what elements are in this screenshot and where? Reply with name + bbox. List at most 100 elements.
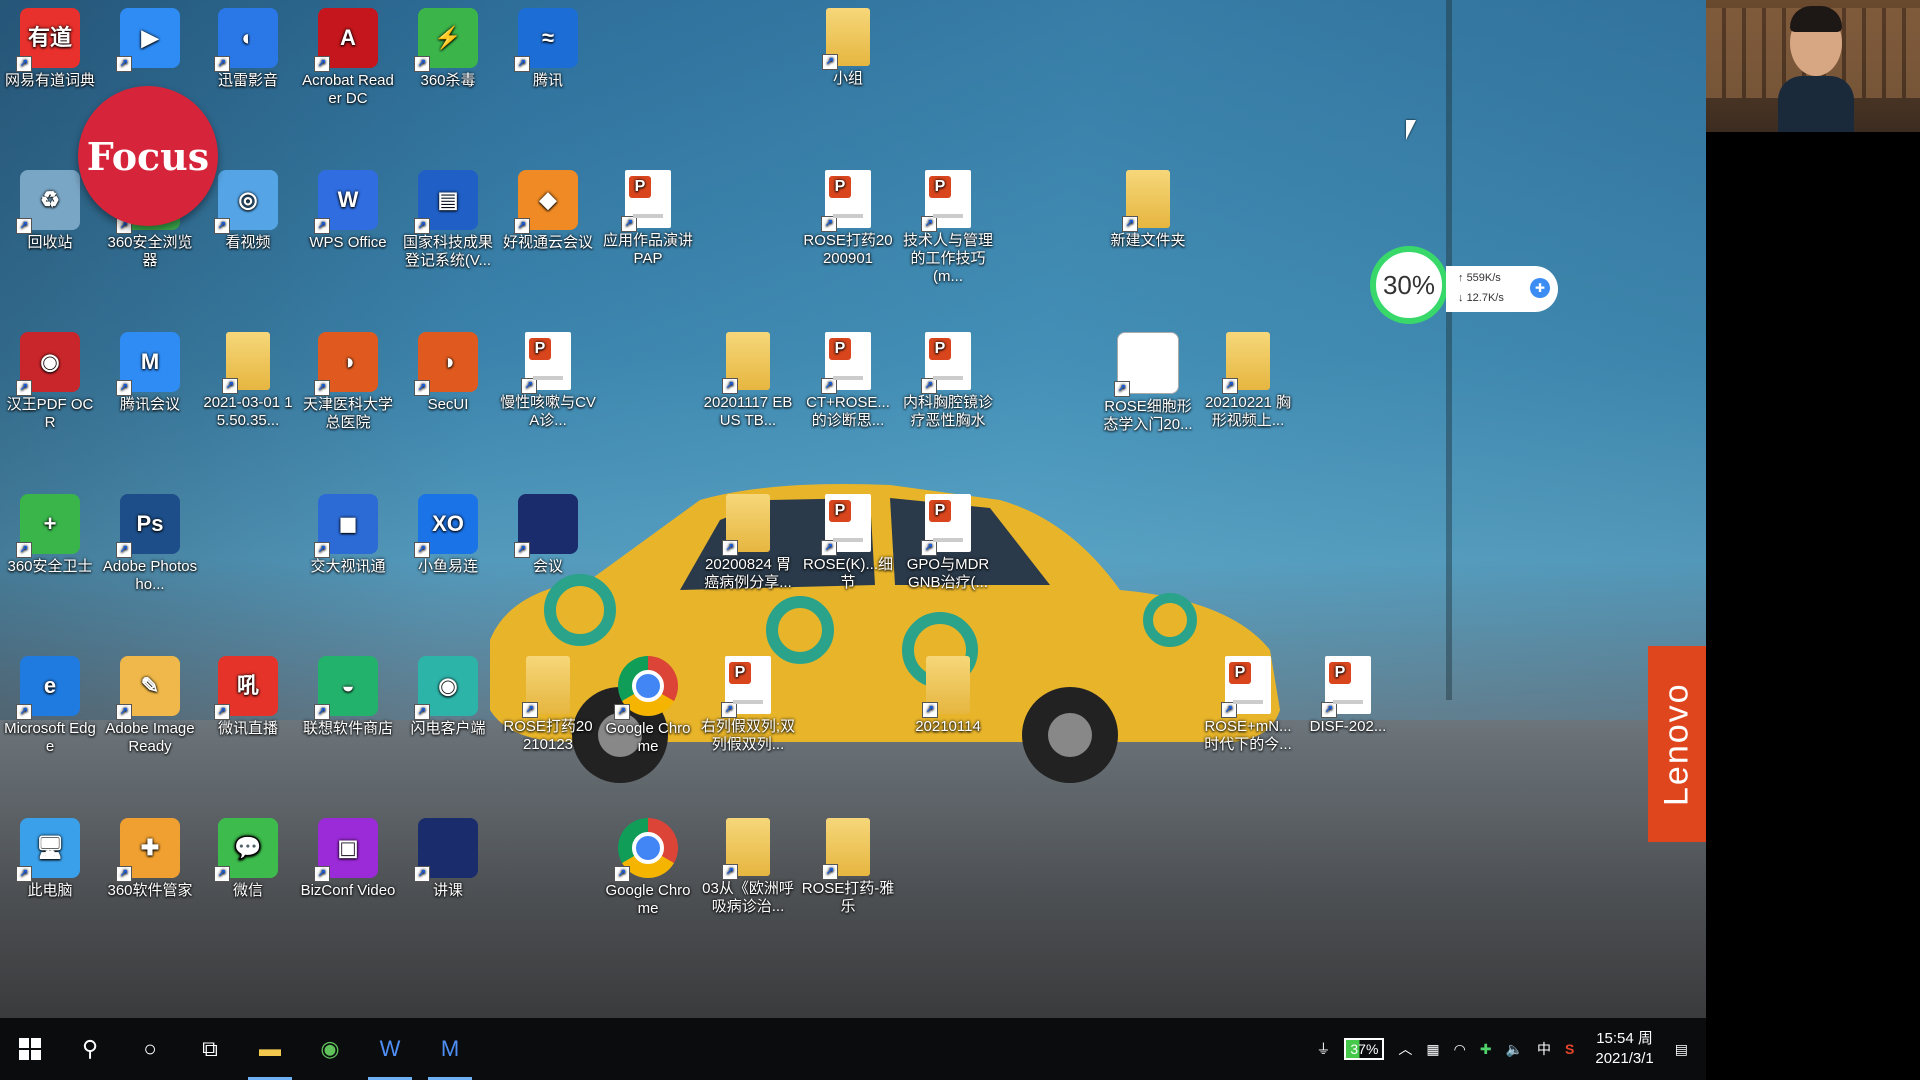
desktop-icon[interactable]: ↗ 会议 (500, 488, 596, 576)
desktop-icon[interactable]: ✎ ↗ Adobe ImageReady (102, 650, 198, 756)
taskbar-360-browser[interactable]: ◉ (300, 1018, 360, 1080)
desktop-icon[interactable]: ◆ ↗ 好视通云会议 (500, 164, 596, 252)
desktop-icon[interactable]: ≈ ↗ 腾讯 (500, 2, 596, 90)
desktop-icon[interactable]: ↗ 新建文件夹 (1100, 164, 1196, 250)
360-tray-icon[interactable]: ✚ (1480, 1041, 1492, 1058)
tencent-meeting-icon: M (440, 1036, 460, 1061)
memory-usage-circle[interactable]: 30% (1370, 246, 1448, 324)
desktop-icon-label: 360安全浏览器 (107, 234, 193, 269)
desktop-icon[interactable]: ◑ ↗ SecUI (400, 326, 496, 414)
taskbar-file-explorer[interactable]: ▬ (240, 1018, 300, 1080)
search-button[interactable]: ⚲ (60, 1018, 120, 1080)
wps-office-icon: W ↗ (314, 170, 378, 234)
edge-icon: e ↗ (16, 656, 80, 720)
desktop-icon[interactable]: ↗ROSE(K)...细节 (800, 488, 896, 592)
desktop-icon-label: 右列假双列;双列假双列... (700, 718, 796, 753)
clock[interactable]: 15:54 周 2021/3/1 (1595, 1029, 1653, 1069)
shortcut-arrow-icon: ↗ (921, 378, 937, 394)
desktop-icon[interactable]: ↗ Google Chrome (600, 812, 696, 918)
desktop-icon[interactable]: ◒ ↗ 联想软件商店 (300, 650, 396, 738)
desktop-icon[interactable]: 🖥 ↗ 此电脑 (2, 812, 98, 900)
desktop-icon[interactable]: ↗应用作品演讲PAP (600, 164, 696, 268)
desktop-icon[interactable]: Ps ↗ Adobe Photosho... (102, 488, 198, 594)
desktop-icon[interactable]: e ↗ Microsoft Edge (2, 650, 98, 756)
desktop-icon[interactable]: ◼ ↗ 交大视讯通 (300, 488, 396, 576)
desktop-icon[interactable]: ↗ Google Chrome (600, 650, 696, 756)
desktop-icon[interactable]: ↗ ROSE细胞形态学入门20... (1100, 326, 1196, 434)
desktop-icon[interactable]: ↗ 2021-03-01 15.50.35... (200, 326, 296, 430)
desktop-icon-label: ROSE(K)...细节 (802, 556, 893, 591)
volume-icon[interactable]: 🔈 (1506, 1041, 1523, 1058)
ime-indicator[interactable]: 中 (1537, 1039, 1551, 1059)
desktop-icon[interactable]: ↗右列假双列;双列假双列... (700, 650, 796, 754)
taskbar-wps[interactable]: W (360, 1018, 420, 1080)
shortcut-arrow-icon: ↗ (522, 702, 538, 718)
desktop-icon[interactable]: XO ↗ 小鱼易连 (400, 488, 496, 576)
desktop-icon-label: ROSE+mN...时代下的今... (1204, 718, 1292, 753)
desktop-icon[interactable]: ▣ ↗ BizConf Video (300, 812, 396, 900)
live-stream-icon: 吼 ↗ (214, 656, 278, 720)
battery-indicator[interactable]: 37% (1344, 1038, 1385, 1060)
desktop-icon[interactable]: ↗ ROSE打药-雅乐 (800, 812, 896, 916)
desktop-icon[interactable]: ◉ ↗ 汉王PDF OCR (2, 326, 98, 432)
shortcut-arrow-icon: ↗ (214, 704, 230, 720)
network-speed-widget[interactable]: 30% ↑ 559K/s ↓ 12.7K/s ✚ (1370, 246, 1560, 340)
desktop-icon[interactable]: W ↗ WPS Office (300, 164, 396, 252)
desktop-icon[interactable]: M ↗ 腾讯会议 (102, 326, 198, 414)
desktop-icon-label: ROSE细胞形态学入门20... (1103, 398, 1193, 433)
desktop-icon[interactable]: ✚ ↗ 360软件管家 (102, 812, 198, 900)
desktop-icon[interactable]: ↗GPO与MDR GNB治疗(... (900, 488, 996, 592)
power-plug-icon[interactable]: ⏚ (1316, 1039, 1330, 1059)
shortcut-arrow-icon: ↗ (16, 380, 32, 396)
desktop-icon[interactable]: ◉ ↗ 闪电客户端 (400, 650, 496, 738)
desktop-icon[interactable]: ↗内科胸腔镜诊疗恶性胸水 (900, 326, 996, 430)
desktop-icon[interactable]: ↗ 20200824 胃癌病例分享... (700, 488, 796, 592)
desktop-icon-label: 会议 (532, 558, 563, 575)
desktop-icon[interactable]: ↗DISF-202... (1300, 650, 1396, 736)
desktop-icon[interactable]: ↗ ROSE打药20210123 (500, 650, 596, 754)
desktop-icon[interactable]: ↗ROSE+mN...时代下的今... (1200, 650, 1296, 754)
sogou-ime-icon[interactable]: S (1565, 1041, 1574, 1057)
desktop-icon[interactable]: ↗ 03从《欧洲呼吸病诊治... (700, 812, 796, 916)
desktop-icon[interactable]: ◑ ↗ 天津医科大学总医院 (300, 326, 396, 432)
speedup-icon[interactable]: ✚ (1530, 278, 1550, 298)
chrome-icon: ↗ (614, 818, 678, 882)
desktop-icon[interactable]: ◐ ↗ 迅雷影音 (200, 2, 296, 90)
desktop-icon[interactable]: A ↗ Acrobat Reader DC (300, 2, 396, 108)
youdao-dict-icon: 有道 ↗ (16, 8, 80, 72)
desktop-icon[interactable]: ▤ ↗ 国家科技成果登记系统(V... (400, 164, 496, 270)
taskbar-tencent-meeting[interactable]: M (420, 1018, 480, 1080)
notification-center-icon[interactable]: ▤ (1675, 1041, 1688, 1058)
desktop-icon[interactable]: ↗ 小组 (800, 2, 896, 88)
secui-icon: ◑ ↗ (414, 332, 478, 396)
chevron-up-icon[interactable]: ︿ (1398, 1039, 1412, 1059)
desktop-icon-label: SecUI (427, 396, 469, 413)
shortcut-arrow-icon: ↗ (514, 542, 530, 558)
folder-icon: ↗ (1122, 170, 1170, 232)
desktop-icon-label: 慢性咳嗽与CVA诊... (500, 394, 596, 429)
task-view-button[interactable]: ⧉ (180, 1018, 240, 1080)
desktop-icon[interactable]: 吼 ↗ 微讯直播 (200, 650, 296, 738)
desktop-icon[interactable]: ⚡ ↗ 360杀毒 (400, 2, 496, 90)
desktop-icon[interactable]: ↗CT+ROSE...的诊断思... (800, 326, 896, 430)
acrobat-icon: A ↗ (314, 8, 378, 72)
shortcut-arrow-icon: ↗ (414, 866, 430, 882)
desktop-icon[interactable]: 有道 ↗ 网易有道词典 (2, 2, 98, 90)
desktop-icon[interactable]: + ↗ 360安全卫士 (2, 488, 98, 576)
wifi-icon[interactable]: ◠ (1454, 1041, 1466, 1058)
desktop-icon[interactable]: ▶ ↗ (102, 2, 198, 72)
network-adapter-icon[interactable]: ▦ (1426, 1041, 1439, 1058)
desktop-icon[interactable]: ↗ 讲课 (400, 812, 496, 900)
video-meeting-icon: ▶ ↗ (116, 8, 180, 72)
desktop-icon[interactable]: ↗技术人与管理的工作技巧(m... (900, 164, 996, 286)
cortana-button[interactable]: ○ (120, 1018, 180, 1080)
desktop-icon[interactable]: ↗慢性咳嗽与CVA诊... (500, 326, 596, 430)
desktop-icon[interactable]: ↗ 20201117 EBUS TB... (700, 326, 796, 430)
desktop-icon[interactable]: ↗ 20210221 胸形视频上... (1200, 326, 1296, 430)
desktop-icon[interactable]: 💬 ↗ 微信 (200, 812, 296, 900)
desktop-icon[interactable]: ↗ 20210114 (900, 650, 996, 736)
desktop-icon-label: 360安全卫士 (7, 558, 93, 575)
start-button[interactable] (0, 1018, 60, 1080)
desktop-icon[interactable]: ↗ROSE打药20200901 (800, 164, 896, 268)
shortcut-arrow-icon: ↗ (821, 378, 837, 394)
